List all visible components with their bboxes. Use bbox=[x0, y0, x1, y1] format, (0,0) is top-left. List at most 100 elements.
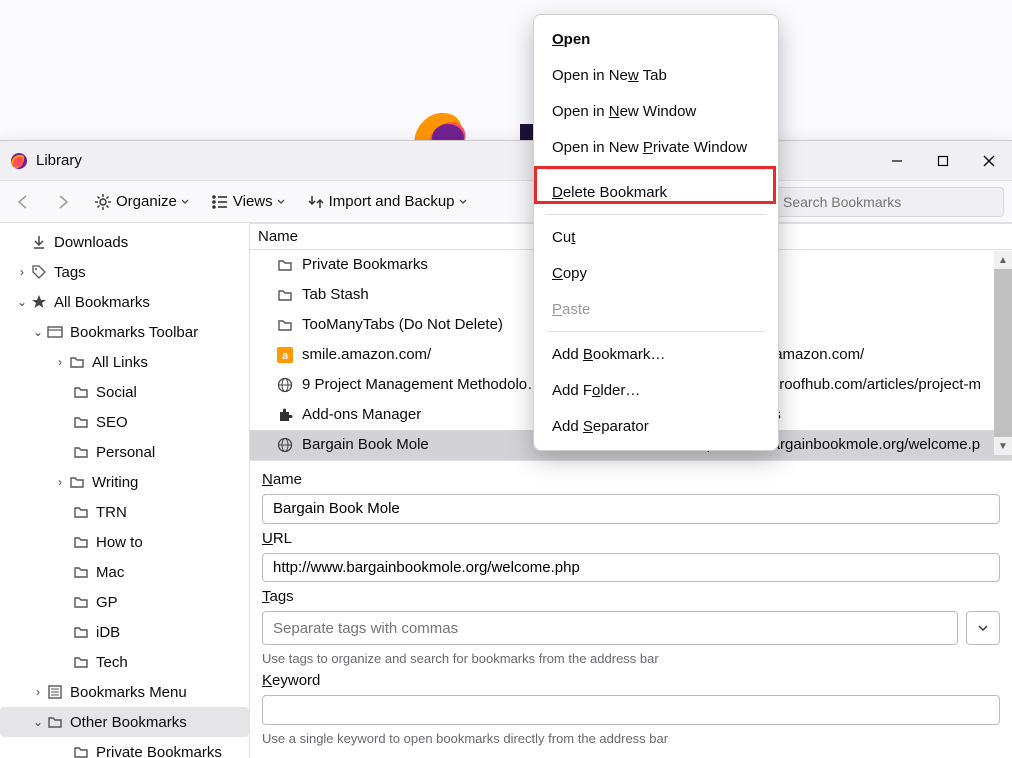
sidebar-item-all-bookmarks[interactable]: ⌄ All Bookmarks bbox=[0, 287, 249, 317]
scroll-thumb[interactable] bbox=[994, 269, 1012, 437]
item-name: Add-ons Manager bbox=[302, 406, 421, 423]
svg-text:a: a bbox=[282, 350, 289, 362]
sidebar-item-other-bookmarks[interactable]: ⌄Other Bookmarks bbox=[0, 707, 249, 737]
toolbar-folder-icon bbox=[46, 323, 64, 341]
library-window: Library Organize Views Import and Backup bbox=[0, 140, 1012, 758]
back-button[interactable] bbox=[8, 189, 38, 215]
window-controls bbox=[874, 141, 1012, 181]
titlebar: Library bbox=[0, 141, 1012, 181]
cm-open-new-tab[interactable]: Open in New Tab bbox=[534, 57, 778, 93]
page-backdrop bbox=[0, 0, 1012, 160]
folder-icon bbox=[72, 383, 90, 401]
sidebar-item-writing[interactable]: ›Writing bbox=[0, 467, 249, 497]
close-button[interactable] bbox=[966, 141, 1012, 181]
name-field[interactable] bbox=[262, 494, 1000, 524]
cm-open[interactable]: Open bbox=[534, 21, 778, 57]
window-title: Library bbox=[36, 152, 82, 169]
amazon-icon: a bbox=[276, 346, 294, 364]
item-name: 9 Project Management Methodolo… bbox=[302, 376, 542, 393]
sidebar-item-tags[interactable]: › Tags bbox=[0, 257, 249, 287]
twisty-icon[interactable]: › bbox=[52, 475, 68, 489]
folder-icon bbox=[276, 316, 294, 334]
sidebar-label: Tags bbox=[54, 264, 86, 281]
sidebar-label: Mac bbox=[96, 564, 124, 581]
sidebar-item-gp[interactable]: GP bbox=[0, 587, 249, 617]
sidebar-item-seo[interactable]: SEO bbox=[0, 407, 249, 437]
folder-icon bbox=[72, 443, 90, 461]
tags-field[interactable] bbox=[262, 611, 958, 645]
firefox-app-icon bbox=[10, 152, 28, 170]
folder-icon bbox=[72, 503, 90, 521]
cm-add-bookmark[interactable]: Add Bookmark… bbox=[534, 336, 778, 372]
sidebar-label: Private Bookmarks bbox=[96, 744, 222, 758]
scroll-up-icon[interactable]: ▲ bbox=[994, 251, 1012, 269]
download-icon bbox=[30, 233, 48, 251]
twisty-icon[interactable]: › bbox=[30, 685, 46, 699]
chevron-down-icon bbox=[977, 622, 989, 634]
sidebar-item-trn[interactable]: TRN bbox=[0, 497, 249, 527]
list-icon bbox=[211, 193, 229, 211]
sidebar-label: All Bookmarks bbox=[54, 294, 150, 311]
cm-delete-bookmark[interactable]: Delete Bookmark bbox=[534, 174, 778, 210]
maximize-button[interactable] bbox=[920, 141, 966, 181]
sidebar-item-bookmarks-toolbar[interactable]: ⌄ Bookmarks Toolbar bbox=[0, 317, 249, 347]
import-backup-menu-button[interactable]: Import and Backup bbox=[301, 189, 473, 215]
organize-menu-button[interactable]: Organize bbox=[88, 189, 195, 215]
tags-label: Tags bbox=[262, 588, 1000, 605]
globe-icon bbox=[276, 376, 294, 394]
cm-cut[interactable]: Cut bbox=[534, 219, 778, 255]
tag-icon bbox=[30, 263, 48, 281]
sidebar-label: SEO bbox=[96, 414, 128, 431]
sidebar-item-social[interactable]: Social bbox=[0, 377, 249, 407]
sidebar-item-downloads[interactable]: Downloads bbox=[0, 227, 249, 257]
sidebar-item-tech[interactable]: Tech bbox=[0, 647, 249, 677]
search-input[interactable] bbox=[772, 187, 1004, 217]
cm-add-separator[interactable]: Add Separator bbox=[534, 408, 778, 444]
twisty-icon[interactable]: ⌄ bbox=[14, 295, 30, 309]
cm-copy[interactable]: Copy bbox=[534, 255, 778, 291]
context-menu: Open Open in New Tab Open in New Window … bbox=[533, 14, 779, 451]
cm-separator bbox=[546, 169, 766, 170]
chevron-down-icon bbox=[459, 198, 467, 206]
chevron-down-icon bbox=[181, 198, 189, 206]
folder-icon bbox=[72, 413, 90, 431]
list-scrollbar[interactable]: ▲ ▼ bbox=[994, 251, 1012, 455]
folder-icon bbox=[68, 473, 86, 491]
gear-icon bbox=[94, 193, 112, 211]
keyword-field[interactable] bbox=[262, 695, 1000, 725]
cm-open-private-window[interactable]: Open in New Private Window bbox=[534, 129, 778, 165]
scroll-down-icon[interactable]: ▼ bbox=[994, 437, 1012, 455]
name-label: Name bbox=[262, 471, 1000, 488]
sidebar-item-idb[interactable]: iDB bbox=[0, 617, 249, 647]
sidebar-item-bookmarks-menu[interactable]: ›Bookmarks Menu bbox=[0, 677, 249, 707]
chevron-down-icon bbox=[277, 198, 285, 206]
globe-icon bbox=[276, 436, 294, 454]
views-menu-button[interactable]: Views bbox=[205, 189, 291, 215]
twisty-icon[interactable]: › bbox=[14, 265, 30, 279]
twisty-icon[interactable]: ⌄ bbox=[30, 325, 46, 339]
folder-icon bbox=[72, 533, 90, 551]
tags-hint: Use tags to organize and search for book… bbox=[262, 651, 1000, 666]
body: Downloads › Tags ⌄ All Bookmarks ⌄ Bookm… bbox=[0, 223, 1012, 758]
sidebar-item-howto[interactable]: How to bbox=[0, 527, 249, 557]
twisty-icon[interactable]: › bbox=[52, 355, 68, 369]
folder-icon bbox=[46, 713, 64, 731]
folder-icon bbox=[72, 623, 90, 641]
sidebar-label: GP bbox=[96, 594, 118, 611]
cm-separator bbox=[546, 214, 766, 215]
url-field[interactable] bbox=[262, 553, 1000, 583]
sidebar-label: Bookmarks Toolbar bbox=[70, 324, 198, 341]
cm-open-new-window[interactable]: Open in New Window bbox=[534, 93, 778, 129]
tags-expand-button[interactable] bbox=[966, 611, 1000, 645]
sidebar-label: Downloads bbox=[54, 234, 128, 251]
sidebar-label: How to bbox=[96, 534, 143, 551]
sidebar-item-personal[interactable]: Personal bbox=[0, 437, 249, 467]
sidebar-item-private-bookmarks[interactable]: Private Bookmarks bbox=[0, 737, 249, 758]
minimize-button[interactable] bbox=[874, 141, 920, 181]
twisty-icon[interactable]: ⌄ bbox=[30, 715, 46, 729]
sidebar-item-mac[interactable]: Mac bbox=[0, 557, 249, 587]
forward-button[interactable] bbox=[48, 189, 78, 215]
cm-add-folder[interactable]: Add Folder… bbox=[534, 372, 778, 408]
folder-icon bbox=[68, 353, 86, 371]
sidebar-item-all-links[interactable]: › All Links bbox=[0, 347, 249, 377]
